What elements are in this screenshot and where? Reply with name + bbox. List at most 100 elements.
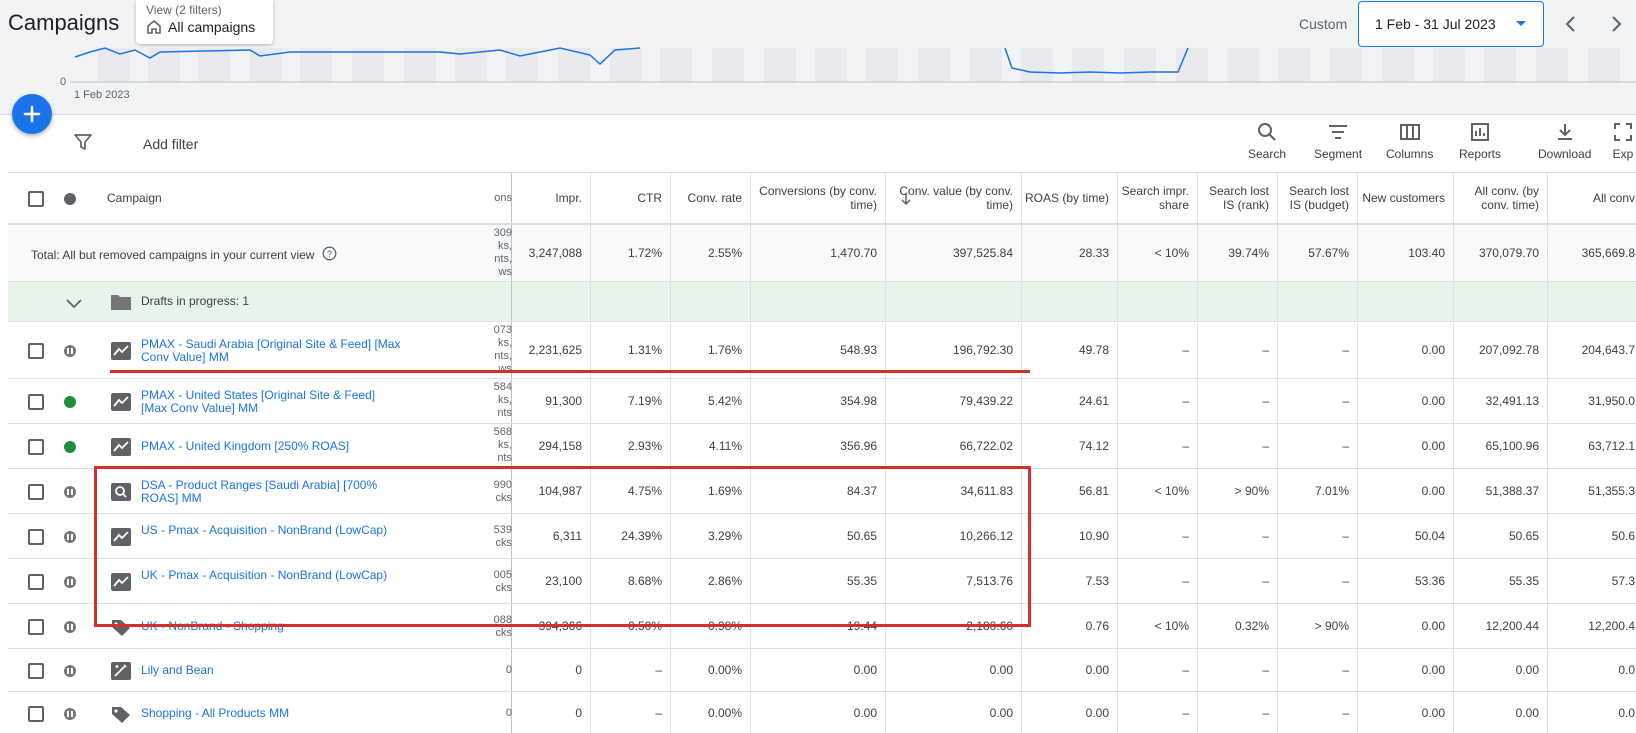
- table-header-row: Campaign ons Impr. CTR Conv. rate Conversions…: [8, 173, 1636, 225]
- campaign-column-header[interactable]: Campaign: [107, 192, 367, 205]
- empty-cell: [1358, 282, 1454, 321]
- row-checkbox[interactable]: [28, 342, 44, 359]
- campaign-name-link[interactable]: PMAX - United States [Original Site & Fe…: [141, 388, 401, 415]
- empty-cell: [1118, 282, 1198, 321]
- column-header[interactable]: New customers: [1358, 173, 1454, 223]
- empty-cell: [751, 282, 886, 321]
- status-paused-icon[interactable]: [64, 530, 76, 543]
- table-cell: < 10%: [1118, 604, 1198, 648]
- home-icon: [147, 19, 161, 34]
- toolbar-segment-label: Segment: [1314, 147, 1363, 161]
- table-cell: 0.00: [1358, 379, 1454, 423]
- table-cell: –: [1118, 322, 1198, 378]
- status-enabled-icon[interactable]: [64, 440, 76, 453]
- next-period-button[interactable]: [1605, 12, 1629, 36]
- empty-cell: [886, 282, 1022, 321]
- table-cell: –: [1198, 424, 1278, 468]
- column-header[interactable]: Impr.: [512, 173, 591, 223]
- page-title: Campaigns: [8, 10, 120, 35]
- toolbar-search-button[interactable]: Search: [1248, 121, 1286, 161]
- column-header[interactable]: All conv: [1548, 173, 1636, 223]
- row-checkbox[interactable]: [28, 618, 44, 635]
- toolbar-expand-button[interactable]: Exp: [1612, 121, 1634, 161]
- toolbar-columns-label: Columns: [1386, 147, 1434, 161]
- chevron-right-icon: [1612, 16, 1622, 32]
- table-cell: –: [1198, 692, 1278, 733]
- table-cell: 57.3: [1548, 559, 1636, 603]
- add-filter-button[interactable]: Add filter: [143, 136, 198, 152]
- column-header[interactable]: Conversions (by conv. time): [751, 173, 886, 223]
- previous-period-button[interactable]: [1558, 12, 1582, 36]
- filter-icon[interactable]: [74, 133, 92, 151]
- row-checkbox[interactable]: [28, 662, 44, 679]
- campaign-column-cell: Drafts in progress: 1: [8, 282, 512, 321]
- annotation-underline: [110, 370, 1030, 373]
- column-header[interactable]: All conv. (by conv. time): [1454, 173, 1548, 223]
- row-checkbox[interactable]: [28, 573, 44, 590]
- date-range-picker[interactable]: 1 Feb - 31 Jul 2023: [1358, 1, 1544, 47]
- help-icon[interactable]: ?: [322, 246, 337, 264]
- table-cell: 354.98: [751, 379, 886, 423]
- campaign-name-link[interactable]: PMAX - United Kingdom [250% ROAS]: [141, 439, 401, 453]
- empty-cell: [1548, 282, 1636, 321]
- table-cell: 50.04: [1358, 514, 1454, 558]
- table-cell: –: [1278, 559, 1358, 603]
- table-cell: –: [1198, 514, 1278, 558]
- table-cell: 50.6: [1548, 514, 1636, 558]
- campaign-name-link[interactable]: Lily and Bean: [141, 663, 401, 677]
- clipped-cell: 309 ks, nts, ws: [493, 227, 512, 278]
- row-checkbox[interactable]: [28, 438, 44, 455]
- row-checkbox[interactable]: [28, 393, 44, 410]
- table-cell: 0.00: [1022, 649, 1118, 691]
- campaign-name-link[interactable]: PMAX - Saudi Arabia [Original Site & Fee…: [141, 337, 401, 364]
- table-cell: 0.32%: [1198, 604, 1278, 648]
- table-row: PMAX - United States [Original Site & Fe…: [8, 379, 1636, 424]
- select-all-checkbox[interactable]: [28, 191, 44, 207]
- sort-descending-icon[interactable]: [900, 192, 912, 211]
- total-cell: 3,247,088: [512, 225, 591, 281]
- total-cell: 2.55%: [671, 225, 751, 281]
- chevron-down-icon[interactable]: [66, 296, 82, 314]
- campaign-column-cell: Total: All but removed campaigns in your…: [8, 225, 512, 281]
- table-cell: 0.00: [1454, 692, 1548, 733]
- column-header[interactable]: Search lost IS (budget): [1278, 173, 1358, 223]
- total-cell: 397,525.84: [886, 225, 1022, 281]
- search-icon: [1258, 123, 1276, 141]
- column-header[interactable]: Conv. rate: [671, 173, 751, 223]
- row-checkbox[interactable]: [28, 528, 44, 545]
- table-cell: 0.00%: [671, 692, 751, 733]
- expand-icon: [1614, 123, 1632, 141]
- toolbar-reports-button[interactable]: Reports: [1459, 121, 1501, 161]
- column-header[interactable]: ROAS (by time): [1022, 173, 1118, 223]
- status-paused-icon[interactable]: [64, 707, 76, 720]
- clipped-cell: 073 ks, nts, ws: [493, 324, 512, 375]
- status-paused-icon[interactable]: [64, 620, 76, 633]
- create-button[interactable]: [12, 94, 52, 134]
- toolbar-columns-button[interactable]: Columns: [1386, 121, 1433, 161]
- chevron-left-icon: [1565, 16, 1575, 32]
- toolbar-segment-button[interactable]: Segment: [1314, 121, 1362, 161]
- performance-chart: Campaigns View (2 filters) All campaigns…: [0, 0, 1636, 115]
- table-cell: –: [591, 692, 671, 733]
- campaign-name-link[interactable]: Shopping - All Products MM: [141, 706, 401, 720]
- view-selector[interactable]: View (2 filters) All campaigns: [136, 0, 273, 44]
- column-header[interactable]: Search impr. share: [1118, 173, 1198, 223]
- drafts-label[interactable]: Drafts in progress: 1: [141, 295, 401, 308]
- status-paused-icon[interactable]: [64, 485, 76, 498]
- folder-icon: [110, 293, 132, 316]
- table-cell: < 10%: [1118, 469, 1198, 513]
- clipped-column-header: ons: [494, 192, 512, 204]
- column-header[interactable]: CTR: [591, 173, 671, 223]
- toolbar-download-button[interactable]: Download: [1538, 121, 1591, 161]
- table-cell: 0.00: [1358, 322, 1454, 378]
- row-checkbox[interactable]: [28, 705, 44, 722]
- status-paused-icon[interactable]: [64, 664, 76, 677]
- column-header[interactable]: Search lost IS (rank): [1198, 173, 1278, 223]
- row-checkbox[interactable]: [28, 483, 44, 500]
- status-paused-icon[interactable]: [64, 575, 76, 588]
- status-enabled-icon[interactable]: [64, 395, 76, 408]
- table-cell: 204,643.7: [1548, 322, 1636, 378]
- status-paused-icon[interactable]: [64, 344, 76, 357]
- performance-max-icon: [110, 437, 132, 457]
- table-cell: 0: [512, 649, 591, 691]
